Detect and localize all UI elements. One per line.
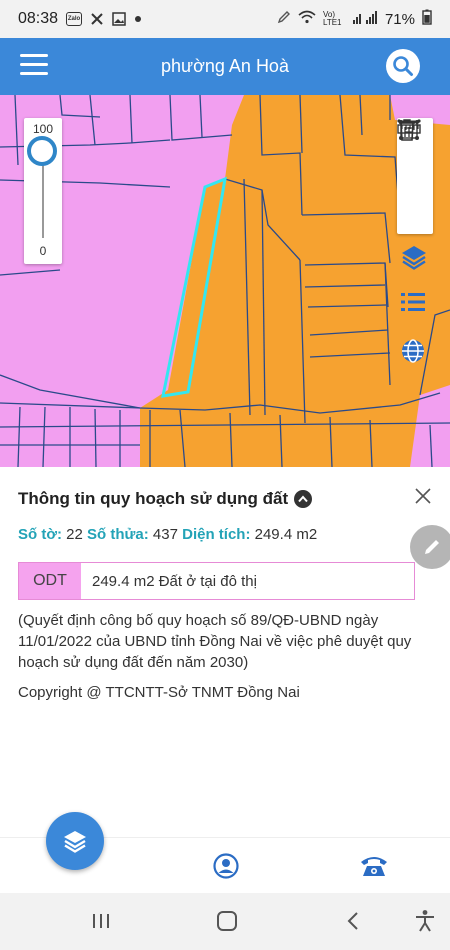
back-button[interactable]: [338, 907, 368, 935]
info-panel: Thông tin quy hoạch sử dụng đất Số tờ: 2…: [0, 467, 450, 837]
home-button[interactable]: [212, 907, 242, 935]
account-button[interactable]: [212, 852, 240, 880]
decision-note: (Quyết định công bố quy hoạch số 89/QĐ-U…: [18, 612, 412, 671]
app-bar: phường An Hoà: [0, 38, 450, 95]
accessibility-icon: [416, 910, 434, 932]
gallery-icon: [112, 12, 126, 26]
land-use-description: 249.4 m2 Đất ở tại đô thị: [92, 572, 257, 590]
copyright-text: Copyright @ TTCNTT-Sở TNMT Đồng Nai: [18, 684, 300, 701]
user-icon: [213, 853, 239, 879]
menu-icon[interactable]: [20, 54, 48, 78]
signal-icon: [352, 10, 378, 28]
recents-button[interactable]: [86, 907, 116, 935]
plot-label: Số thửa:: [87, 526, 149, 543]
measure-toolbar: [397, 118, 433, 234]
area-label: Diện tích:: [182, 526, 251, 543]
page-title: phường An Hoà: [161, 56, 289, 76]
edit-button[interactable]: [410, 525, 450, 569]
opacity-slider[interactable]: 100 0: [24, 118, 62, 264]
zalo-icon: Zalo: [66, 12, 83, 26]
close-button[interactable]: [414, 487, 432, 505]
search-icon: [393, 56, 413, 76]
close-icon: [415, 488, 431, 504]
land-use-map: [0, 95, 450, 467]
layers-icon: [402, 246, 426, 270]
opacity-max-label: 100: [32, 122, 54, 136]
sheet-value: 22: [66, 526, 83, 543]
status-right: Vo) LTE1 71%: [277, 9, 432, 29]
status-time: 08:38: [18, 10, 59, 27]
globe-icon: [402, 339, 424, 363]
search-button[interactable]: [386, 49, 420, 83]
layers-toggle-button[interactable]: [400, 243, 428, 271]
legend-list-button[interactable]: [400, 291, 428, 319]
recents-icon: [93, 914, 109, 928]
layers-fab-button[interactable]: [46, 812, 104, 870]
list-icon: [401, 293, 425, 311]
layers-icon: [64, 831, 86, 853]
pen-icon: [277, 10, 291, 28]
pencil-icon: [425, 540, 439, 554]
status-bar: 08:38 Zalo Vo) LTE1 71%: [0, 0, 450, 38]
map-view[interactable]: 100 0: [0, 95, 450, 467]
home-icon: [217, 911, 237, 931]
contact-button[interactable]: [360, 852, 388, 880]
accessibility-button[interactable]: [410, 907, 440, 935]
back-icon: [347, 912, 358, 930]
battery-icon: [422, 9, 432, 29]
battery-text: 71%: [384, 10, 415, 28]
wifi-icon: [298, 10, 316, 28]
system-nav-bar: [0, 893, 450, 950]
chevron-up-icon[interactable]: [294, 490, 313, 508]
basemap-button[interactable]: [400, 338, 428, 366]
panel-title[interactable]: Thông tin quy hoạch sử dụng đất: [18, 489, 313, 509]
land-use-row: ODT 249.4 m2 Đất ở tại đô thị: [18, 562, 415, 600]
panel-title-text: Thông tin quy hoạch sử dụng đất: [18, 489, 289, 508]
opacity-min-label: 0: [39, 244, 47, 258]
missed-call-icon: [90, 12, 104, 26]
sheet-label: Số tờ:: [18, 526, 62, 543]
notification-dot-icon: [134, 15, 142, 23]
area-value: 249.4 m2: [254, 526, 318, 543]
parcel-info: Số tờ: 22 Số thửa: 437 Diện tích: 249.4 …: [18, 526, 317, 543]
phone-icon: [361, 857, 387, 876]
network-label: Vo) LTE1: [322, 10, 342, 27]
land-use-code: ODT: [19, 563, 81, 599]
plot-value: 437: [152, 526, 178, 543]
slider-handle[interactable]: [27, 136, 57, 166]
